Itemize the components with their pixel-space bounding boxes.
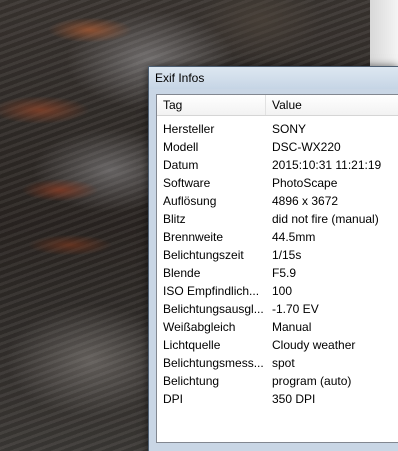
list-header: Tag Value bbox=[157, 95, 398, 116]
exif-tag: Datum bbox=[163, 158, 199, 172]
window-titlebar[interactable]: Exif Infos bbox=[149, 67, 398, 89]
exif-value: did not fire (manual) bbox=[272, 212, 379, 226]
exif-value: 100 bbox=[272, 284, 293, 298]
exif-value: Cloudy weather bbox=[272, 338, 356, 352]
exif-row[interactable]: Weißabgleich Manual bbox=[157, 318, 398, 336]
exif-value: 44.5mm bbox=[272, 230, 316, 244]
column-header-value[interactable]: Value bbox=[272, 98, 302, 112]
exif-row[interactable]: Lichtquelle Cloudy weather bbox=[157, 336, 398, 354]
column-header-tag[interactable]: Tag bbox=[163, 98, 182, 112]
exif-rows: Hersteller SONY Modell DSC-WX220 Datum 2015:1… bbox=[157, 116, 398, 408]
exif-value: F5.9 bbox=[272, 266, 297, 280]
exif-value: 4896 x 3672 bbox=[272, 194, 339, 208]
exif-tag: Lichtquelle bbox=[163, 338, 221, 352]
exif-value: SONY bbox=[272, 122, 307, 136]
exif-tag: Blende bbox=[163, 266, 201, 280]
exif-row[interactable]: Belichtungsausgl... -1.70 EV bbox=[157, 300, 398, 318]
exif-value: spot bbox=[272, 356, 295, 370]
exif-tag: Belichtungsmess... bbox=[163, 356, 264, 370]
exif-row[interactable]: Belichtungszeit 1/15s bbox=[157, 246, 398, 264]
exif-row[interactable]: Blitz did not fire (manual) bbox=[157, 210, 398, 228]
exif-row[interactable]: Software PhotoScape bbox=[157, 174, 398, 192]
exif-tag: Modell bbox=[163, 140, 199, 154]
exif-tag: Belichtung bbox=[163, 374, 220, 388]
exif-tag: Hersteller bbox=[163, 122, 215, 136]
exif-tag: Belichtungszeit bbox=[163, 248, 244, 262]
exif-value: PhotoScape bbox=[272, 176, 338, 190]
exif-list-view: Tag Value Hersteller SONY Modell DSC-WX220 D… bbox=[156, 94, 398, 443]
exif-value: 2015:10:31 11:21:19 bbox=[272, 158, 382, 172]
exif-tag: Weißabgleich bbox=[163, 320, 236, 334]
exif-tag: Belichtungsausgl... bbox=[163, 302, 264, 316]
exif-tag: Blitz bbox=[163, 212, 186, 226]
exif-row[interactable]: Datum 2015:10:31 11:21:19 bbox=[157, 156, 398, 174]
exif-tag: DPI bbox=[163, 392, 184, 406]
exif-value: 1/15s bbox=[272, 248, 302, 262]
window-title: Exif Infos bbox=[155, 71, 205, 85]
exif-value: -1.70 EV bbox=[272, 302, 319, 316]
column-separator[interactable] bbox=[265, 95, 266, 115]
exif-row[interactable]: Belichtungsmess... spot bbox=[157, 354, 398, 372]
exif-row[interactable]: Blende F5.9 bbox=[157, 264, 398, 282]
exif-tag: Auflösung bbox=[163, 194, 217, 208]
exif-tag: ISO Empfindlich... bbox=[163, 284, 260, 298]
exif-row[interactable]: Belichtung program (auto) bbox=[157, 372, 398, 390]
exif-value: program (auto) bbox=[272, 374, 352, 388]
exif-info-window: Exif Infos Tag Value Hersteller SONY Model… bbox=[148, 66, 398, 451]
exif-row[interactable]: DPI 350 DPI bbox=[157, 390, 398, 408]
exif-value: Manual bbox=[272, 320, 312, 334]
exif-tag: Brennweite bbox=[163, 230, 224, 244]
exif-value: DSC-WX220 bbox=[272, 140, 341, 154]
exif-row[interactable]: Modell DSC-WX220 bbox=[157, 138, 398, 156]
exif-value: 350 DPI bbox=[272, 392, 316, 406]
exif-row[interactable]: ISO Empfindlich... 100 bbox=[157, 282, 398, 300]
exif-row[interactable]: Auflösung 4896 x 3672 bbox=[157, 192, 398, 210]
exif-row[interactable]: Hersteller SONY bbox=[157, 120, 398, 138]
exif-tag: Software bbox=[163, 176, 211, 190]
exif-row[interactable]: Brennweite 44.5mm bbox=[157, 228, 398, 246]
